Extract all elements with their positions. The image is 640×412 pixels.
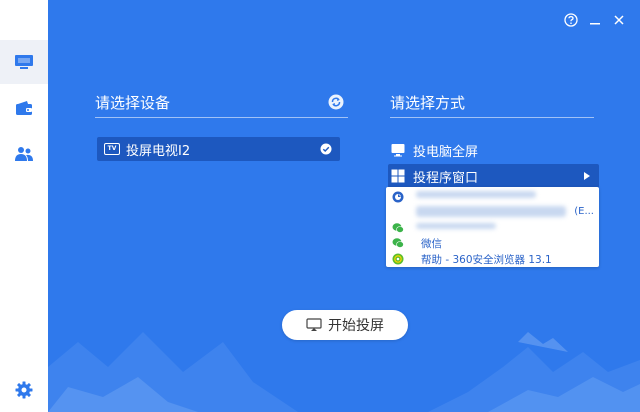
- sidebar-item-wallet[interactable]: [0, 86, 48, 130]
- window-controls: [564, 13, 626, 27]
- device-label: 投屏电视I2: [126, 143, 191, 159]
- minimize-button[interactable]: [588, 13, 602, 27]
- settings-button[interactable]: [0, 368, 48, 412]
- sidebar-item-users[interactable]: [0, 132, 48, 176]
- mountain-background: [48, 332, 640, 412]
- tv-icon: TV: [104, 143, 120, 155]
- screen-cast-icon: [306, 318, 322, 331]
- monitor-icon: [391, 144, 405, 157]
- device-list-item[interactable]: TV 投屏电视I2: [97, 137, 340, 161]
- device-section-divider: [95, 117, 348, 118]
- start-button-label: 开始投屏: [328, 318, 384, 334]
- windows-grid-icon: [391, 169, 405, 183]
- mode-section-divider: [390, 117, 594, 118]
- 360-browser-icon: [392, 253, 404, 265]
- device-section-title: 请选择设备: [95, 94, 171, 112]
- mode-label: 投电脑全屏: [413, 144, 479, 160]
- sidebar: [0, 0, 48, 412]
- question-circle-icon: [564, 13, 578, 27]
- window-title: 帮助 - 360安全浏览器 13.1: [421, 253, 552, 266]
- window-list-item[interactable]: [386, 189, 599, 205]
- window-title: 微信: [421, 237, 442, 250]
- blurred-window-title: [416, 191, 536, 198]
- users-icon: [15, 147, 33, 161]
- window-title-partial: (E...: [574, 206, 594, 217]
- mode-option-window[interactable]: 投程序窗口: [388, 164, 599, 188]
- window-list-item[interactable]: (E...: [386, 205, 599, 221]
- blurred-window-title: [416, 206, 566, 217]
- sidebar-item-cast[interactable]: [0, 40, 48, 84]
- window-list-item[interactable]: 帮助 - 360安全浏览器 13.1: [386, 251, 599, 267]
- close-icon: [614, 15, 624, 25]
- wechat-icon: [392, 223, 404, 233]
- app-window: 请选择设备 TV 投屏电视I2 请选择方式 投电脑全屏 投程序窗口 (E... …: [0, 0, 640, 412]
- monitor-cast-icon: [15, 55, 33, 69]
- refresh-icon[interactable]: [328, 94, 344, 110]
- window-list-item[interactable]: 微信: [386, 235, 599, 251]
- window-list[interactable]: (E... 微信 帮助 - 360安全浏览器 13.1: [386, 187, 599, 267]
- start-cast-button[interactable]: 开始投屏: [282, 310, 408, 340]
- chevron-right-icon: [584, 172, 590, 180]
- mode-option-fullscreen[interactable]: 投电脑全屏: [388, 138, 599, 162]
- browser-app-icon: [392, 191, 404, 203]
- minimize-icon: [590, 23, 600, 25]
- help-button[interactable]: [564, 13, 578, 27]
- mode-label: 投程序窗口: [413, 170, 479, 186]
- window-list-item[interactable]: [386, 220, 599, 236]
- wechat-icon: [392, 238, 404, 248]
- close-button[interactable]: [612, 13, 626, 27]
- gear-icon: [15, 381, 33, 399]
- wallet-icon: [16, 101, 32, 115]
- mode-section-title: 请选择方式: [390, 94, 466, 112]
- blurred-window-title: [416, 223, 496, 229]
- check-circle-icon: [320, 143, 332, 155]
